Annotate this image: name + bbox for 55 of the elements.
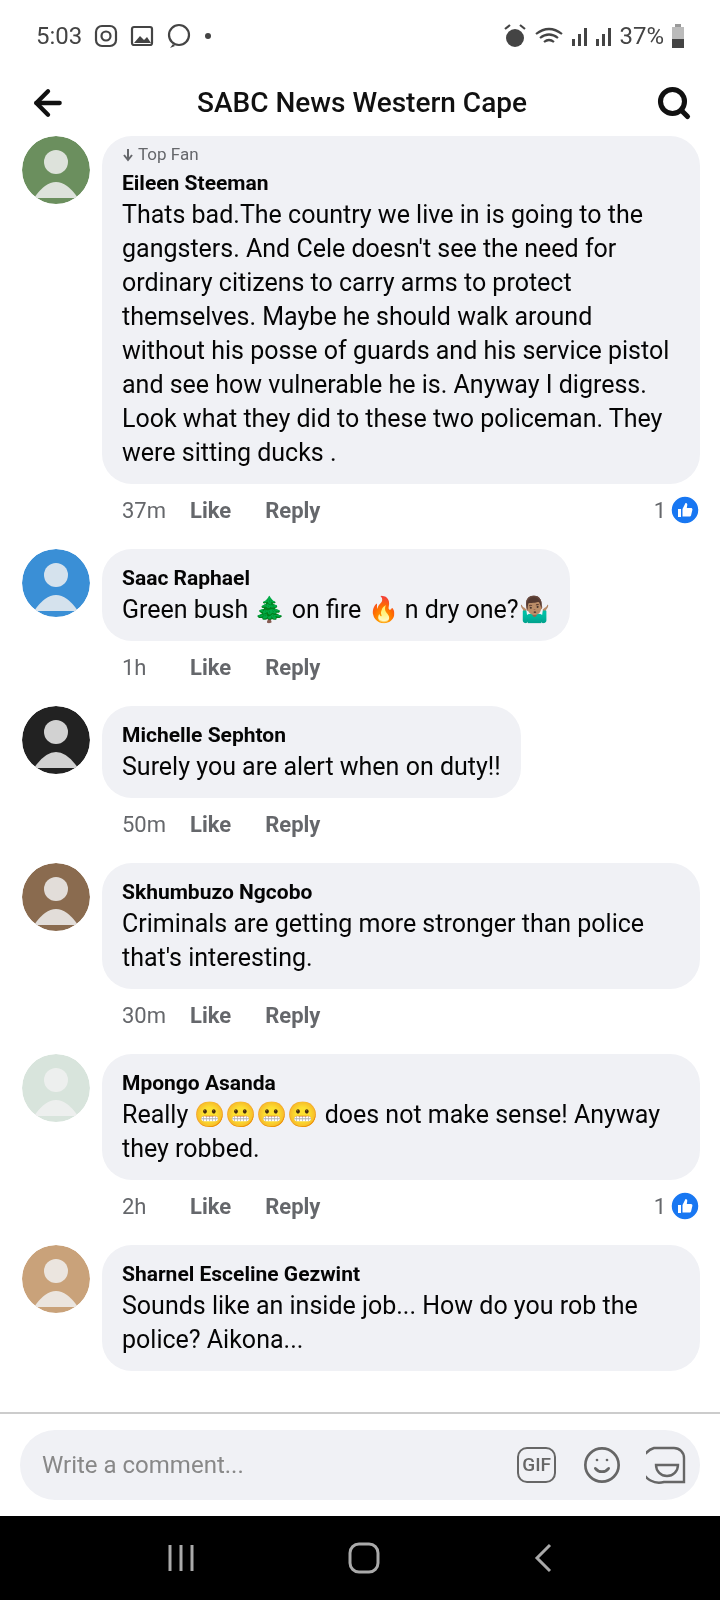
- reply-link[interactable]: Reply: [265, 998, 321, 1032]
- image-icon: [130, 25, 155, 47]
- comment-time: 37m: [122, 496, 168, 525]
- dot-icon: [204, 32, 213, 40]
- comment-text: Criminals are getting more stronger than police that's interesting.: [122, 907, 646, 974]
- commenter-name[interactable]: Skhumbuzo Ngcobo: [122, 868, 680, 907]
- alarm-icon: [503, 24, 528, 48]
- comment-input[interactable]: Write a comment...: [42, 1447, 518, 1483]
- sticker-icon[interactable]: [646, 1445, 686, 1485]
- signal-icon: [571, 26, 588, 46]
- like-link[interactable]: Like: [190, 1189, 232, 1223]
- like-reaction-icon: [670, 495, 700, 525]
- chat-icon: [166, 23, 193, 49]
- reply-link[interactable]: Reply: [265, 1189, 321, 1223]
- page-title: SABC News Western Cape: [197, 85, 527, 121]
- like-link[interactable]: Like: [190, 998, 232, 1032]
- comment-text: Really 😬😬😬😬 does not make sense! Anyway they robbed.: [122, 1098, 661, 1165]
- reply-link[interactable]: Reply: [265, 650, 321, 684]
- like-reaction-icon: [670, 1191, 700, 1221]
- reply-link[interactable]: Reply: [265, 807, 321, 841]
- search-icon[interactable]: [656, 85, 692, 121]
- like-link[interactable]: Like: [190, 650, 232, 684]
- back-nav-icon[interactable]: [533, 1543, 554, 1573]
- top-fan-icon: [122, 147, 134, 162]
- comment-text: Green bush 🌲 on fire 🔥 n dry one?🤷🏽‍♂: [122, 593, 550, 626]
- reaction-count: 1: [653, 496, 666, 525]
- emoji-icon[interactable]: [582, 1445, 622, 1485]
- comment-text: Surely you are alert when on duty!!: [122, 750, 501, 783]
- camera-icon: [94, 24, 119, 48]
- top-fan-label: Top Fan: [138, 143, 199, 166]
- comment-text: Sounds like an inside job... How do you rob the police? Aikona...: [122, 1289, 639, 1356]
- avatar[interactable]: [22, 705, 90, 774]
- comment-time: 2h: [122, 1192, 148, 1221]
- recent-apps-icon[interactable]: [166, 1543, 195, 1573]
- comment-text: Thats bad.The country we live in is going to the gangsters. And Cele doesn't see the need for ordinary citizens to carry arms to protect themselves. Maybe he should walk around without his posse of guards and his service pistol and see how vulnerable he is. Anyway I digress. Look what they did to these two policeman. They were sitting ducks .: [122, 198, 671, 469]
- signal-icon: [595, 26, 612, 46]
- like-link[interactable]: Like: [190, 493, 232, 527]
- wifi-icon: [535, 26, 564, 46]
- comment-time: 30m: [122, 1001, 168, 1030]
- battery-icon: [672, 24, 684, 48]
- status-time: 5:03: [36, 21, 83, 52]
- home-icon[interactable]: [348, 1542, 380, 1574]
- comment-time: 1h: [122, 653, 148, 682]
- gif-button[interactable]: GIF: [517, 1447, 556, 1483]
- reply-link[interactable]: Reply: [265, 493, 321, 527]
- commenter-name[interactable]: Michelle Sephton: [122, 711, 501, 750]
- commenter-name[interactable]: Sharnel Esceline Gezwint: [122, 1250, 680, 1289]
- comment-field[interactable]: Write a comment... GIF: [20, 1430, 700, 1500]
- commenter-name[interactable]: Saac Raphael: [122, 554, 550, 593]
- commenter-name[interactable]: Eileen Steeman: [122, 167, 680, 198]
- reaction-count: 1: [653, 1192, 666, 1221]
- commenter-name[interactable]: Mpongo Asanda: [122, 1059, 680, 1098]
- like-link[interactable]: Like: [190, 807, 232, 841]
- comment-time: 50m: [122, 810, 168, 839]
- battery-percentage: 37%: [619, 21, 664, 52]
